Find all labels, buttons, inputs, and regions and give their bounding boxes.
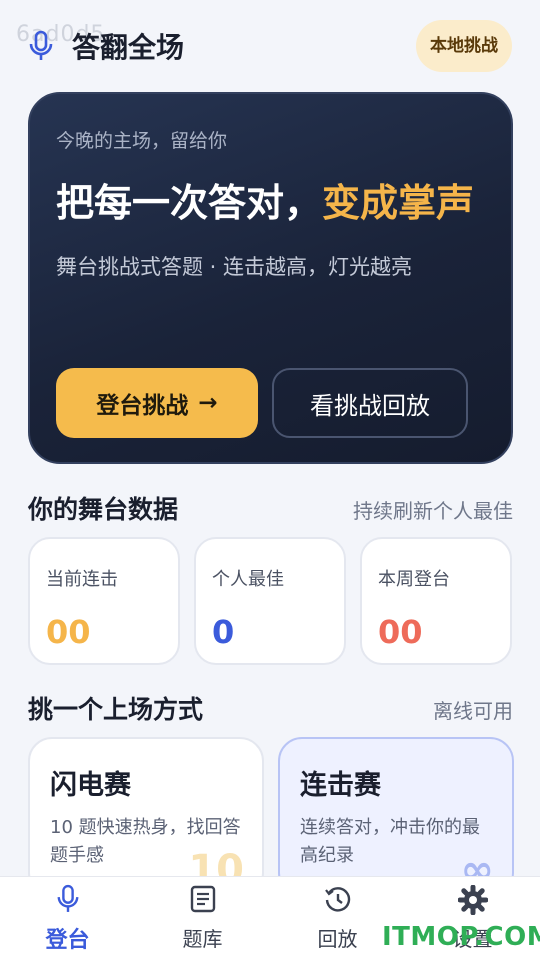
tab-question-bank[interactable]: 题库 [135,877,270,960]
stat-label: 当前连击 [46,569,118,590]
app-header: 答翻全场 本地挑战 [0,0,540,92]
mode-card-lightning[interactable]: 闪电赛 10 题快速热身，找回答题手感 10 [28,737,264,897]
stats-section-title: 你的舞台数据 [28,495,179,524]
mode-name: 连击赛 [300,770,381,801]
stat-label: 本周登台 [378,569,450,590]
brand-watermark: ITMOP.COM [382,922,540,952]
book-icon [189,885,217,919]
start-challenge-button[interactable]: 登台挑战 → [56,368,258,438]
start-challenge-label: 登台挑战 [96,393,189,419]
modes-row: 闪电赛 10 题快速热身，找回答题手感 10 连击赛 连续答对，冲击你的最高纪录… [28,737,514,897]
tab-stage[interactable]: 登台 [0,877,135,960]
stats-section-note: 持续刷新个人最佳 [353,499,513,523]
stats-section-header: 你的舞台数据 持续刷新个人最佳 [28,490,513,526]
stat-card-current-combo: 当前连击 00 [28,537,180,665]
arrow-right-icon: → [198,390,218,416]
mode-card-combo[interactable]: 连击赛 连续答对，冲击你的最高纪录 ∞ [278,737,514,897]
stats-row: 当前连击 00 个人最佳 0 本周登台 00 [28,537,512,665]
gear-icon [457,884,488,919]
hero-title: 把每一次答对，变成掌声 [56,179,485,227]
stat-card-weekly-stage: 本周登台 00 [360,537,512,665]
history-icon [323,885,353,919]
tab-label: 题库 [182,927,223,951]
hero-title-main: 把每一次答对， [56,181,323,225]
tab-label: 登台 [45,927,90,953]
mic-icon [56,884,80,918]
hero-card: 今晚的主场，留给你 把每一次答对，变成掌声 舞台挑战式答题 · 连击越高，灯光越… [28,92,513,464]
modes-section-header: 挑一个上场方式 离线可用 [28,690,513,726]
hero-subtitle: 今晚的主场，留给你 [56,130,228,152]
stat-value: 00 [46,613,91,651]
mic-icon [28,29,56,63]
modes-section-title: 挑一个上场方式 [28,695,204,724]
view-replay-button[interactable]: 看挑战回放 [272,368,468,438]
stat-label: 个人最佳 [212,569,284,590]
hero-actions: 登台挑战 → 看挑战回放 [56,368,468,438]
stat-value: 00 [378,613,423,651]
stat-card-personal-best: 个人最佳 0 [194,537,346,665]
app-title: 答翻全场 [72,31,185,64]
stat-value: 0 [212,613,235,651]
local-challenge-button[interactable]: 本地挑战 [416,20,512,72]
modes-section-note: 离线可用 [433,699,513,723]
hero-title-accent: 变成掌声 [322,181,475,225]
tab-label: 回放 [317,927,358,951]
mode-name: 闪电赛 [50,770,131,801]
hero-description: 舞台挑战式答题 · 连击越高，灯光越亮 [56,255,413,279]
